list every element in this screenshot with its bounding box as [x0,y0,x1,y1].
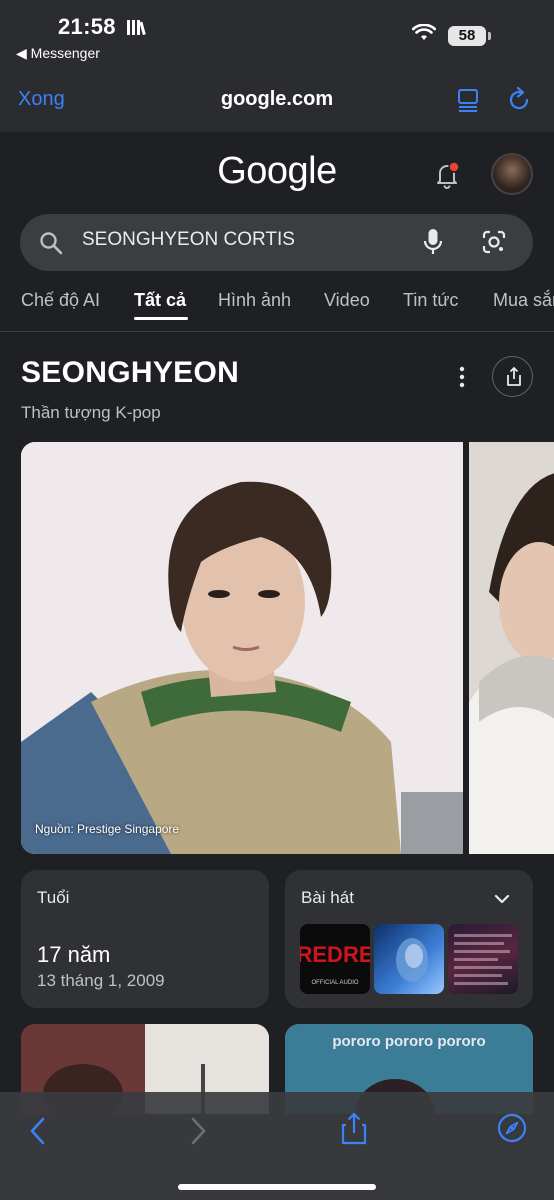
tab-all[interactable]: Tất cả [134,290,186,311]
compass-icon[interactable] [496,1112,528,1149]
status-time: 21:58 [58,14,148,42]
search-tabs: Chế độ AI Tất cả Hình ảnh Video Tin tức … [0,284,554,332]
browser-bar: Xong google.com [0,66,554,132]
google-logo[interactable]: Google [0,150,554,193]
song-thumbnail[interactable]: REDRE OFFICIAL AUDIO [300,924,370,994]
age-card[interactable]: Tuổi 17 năm 13 tháng 1, 2009 [21,870,269,1008]
share-button[interactable] [492,356,533,397]
main-entity-photo[interactable]: Nguồn: Prestige Singapore [21,442,463,854]
entity-subtitle: Thần tượng K-pop [21,403,161,422]
age-value: 17 năm [37,942,111,967]
tab-videos[interactable]: Video [324,290,370,311]
google-lens-icon[interactable] [480,228,508,261]
tab-shopping[interactable]: Mua sắm [493,290,554,311]
battery-indicator: 58 [448,25,491,46]
secondary-portrait-illustration [469,442,554,854]
wifi-icon [411,23,437,47]
song-thumbnail[interactable] [448,924,518,994]
library-icon [126,16,148,42]
chevron-down-icon[interactable] [491,888,513,915]
status-bar: 21:58 ◀ Messenger 58 [0,0,554,66]
search-input[interactable]: SEONGHYEON CORTIS [82,229,402,251]
microphone-icon[interactable] [422,227,444,262]
back-icon[interactable] [28,1116,48,1151]
tab-images[interactable]: Hình ảnh [218,290,291,311]
tab-ai-mode[interactable]: Chế độ AI [21,290,100,311]
entity-title: SEONGHYEON [21,356,240,389]
home-indicator[interactable] [178,1184,376,1190]
more-options-icon[interactable] [452,364,472,395]
songs-label: Bài hát [301,888,354,907]
share-icon [507,367,521,386]
song-thumbnail[interactable] [374,924,444,994]
song-cover-art: REDRE OFFICIAL AUDIO [300,924,370,994]
birth-date: 13 tháng 1, 2009 [37,971,165,990]
search-icon [38,230,64,261]
account-avatar[interactable] [491,153,533,195]
reload-icon[interactable] [506,86,532,119]
reader-mode-icon[interactable] [456,87,482,118]
portrait-illustration [21,442,463,854]
active-tab-indicator [134,317,188,320]
browser-toolbar [0,1092,554,1200]
forward-icon[interactable] [188,1116,208,1151]
search-box[interactable]: SEONGHYEON CORTIS [20,214,533,271]
result-image-text: pororo pororo pororo [332,1033,485,1050]
image-source-caption: Nguồn: Prestige Singapore [35,822,180,836]
age-label: Tuổi [37,888,70,907]
time-text: 21:58 [58,14,116,39]
song-cover-art [396,938,428,982]
back-to-app-link[interactable]: ◀ Messenger [16,45,100,62]
song-cover-subtitle: OFFICIAL AUDIO [311,980,358,986]
secondary-entity-photo[interactable] [469,442,554,854]
tab-news[interactable]: Tin tức [403,290,458,311]
share-page-icon[interactable] [340,1112,368,1151]
status-icons: 58 [411,23,491,47]
song-cover-art [454,934,512,985]
google-header: Google [0,132,554,212]
notification-bell-icon[interactable] [432,160,462,195]
songs-card[interactable]: Bài hát REDRE OFFICIAL AUDIO [285,870,533,1008]
song-cover-title: REDRE [300,942,370,967]
